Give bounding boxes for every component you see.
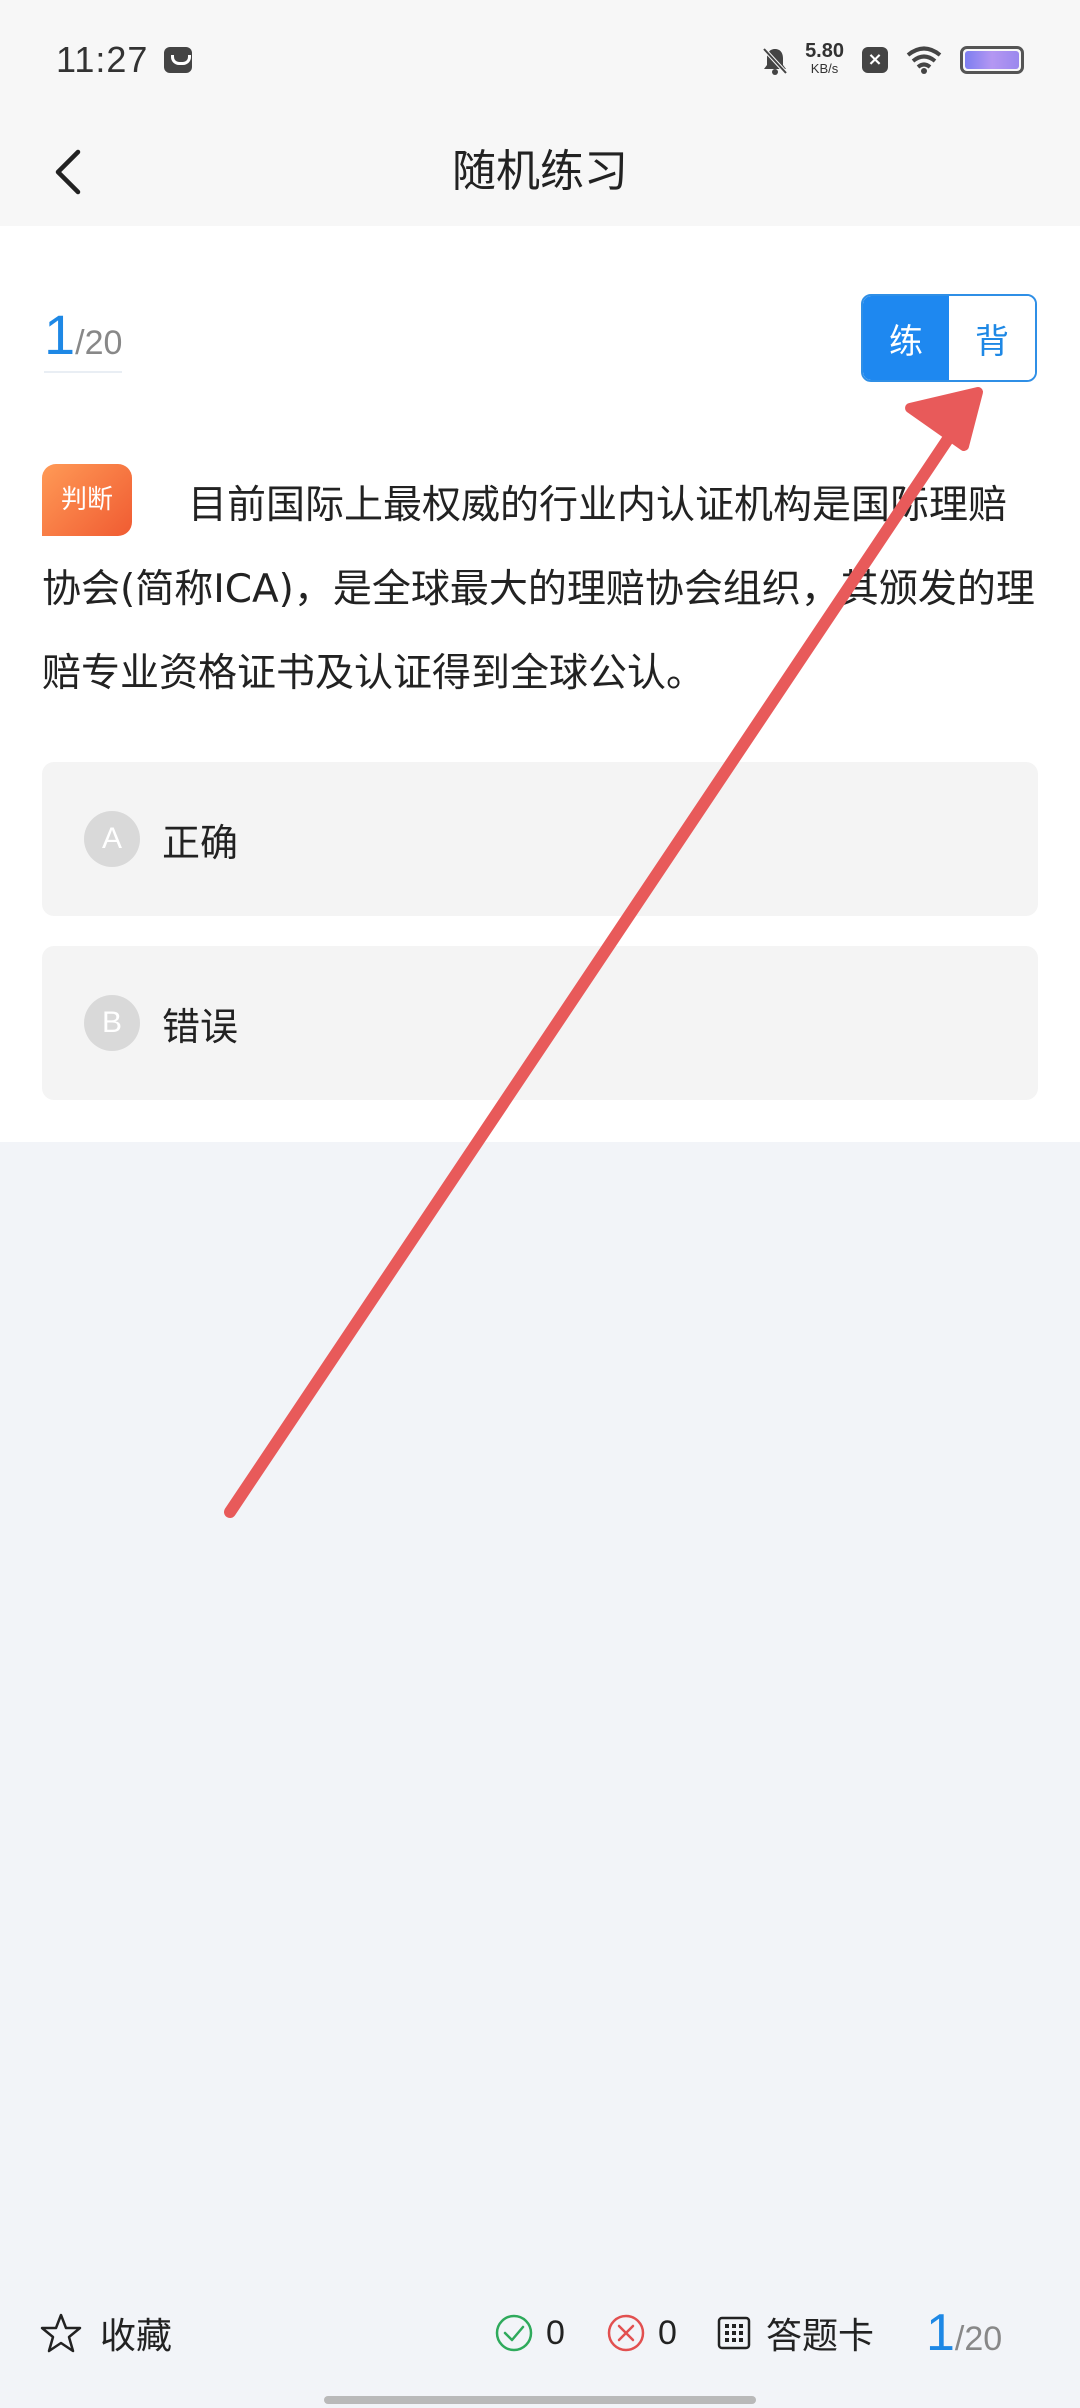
nav-bar: 随机练习 <box>0 120 1080 226</box>
correct-count-value: 0 <box>546 2313 565 2352</box>
mode-toggle: 练 背 <box>861 294 1037 382</box>
status-left: 11:27 <box>56 39 193 81</box>
question-progress: 1 /20 <box>44 302 123 373</box>
battery-icon <box>960 46 1024 74</box>
star-icon <box>40 2313 82 2353</box>
bell-muted-icon <box>761 46 788 75</box>
option-a[interactable]: A 正确 <box>42 762 1038 916</box>
answer-card-label: 答题卡 <box>766 2316 875 2357</box>
question-text-block: 判断 目前国际上最权威的行业内认证机构是国际理赔协会(简称ICA)，是全球最大的理… <box>42 463 1042 716</box>
progress-total: /20 <box>75 324 123 362</box>
shopping-bag-icon <box>164 47 193 73</box>
option-b[interactable]: B 错误 <box>42 946 1038 1100</box>
memorize-mode-button[interactable]: 背 <box>949 296 1035 380</box>
wrong-count: 0 <box>606 2313 677 2353</box>
progress-current: 1 <box>44 303 76 366</box>
practice-mode-button[interactable]: 练 <box>863 296 949 380</box>
correct-count: 0 <box>494 2313 565 2353</box>
home-indicator[interactable] <box>324 2396 756 2404</box>
check-circle-icon <box>495 2314 533 2352</box>
option-text: 错误 <box>162 1004 239 1049</box>
favorite-label: 收藏 <box>100 2316 173 2357</box>
favorite-button[interactable]: 收藏 <box>40 2307 172 2359</box>
network-speed-unit: KB/s <box>810 61 839 76</box>
status-bar: 11:27 5.80 KB/s × <box>0 0 1080 120</box>
page-title: 随机练习 <box>452 146 628 197</box>
network-speed: 5.80 KB/s <box>805 40 844 78</box>
grid-card-icon <box>717 2316 751 2350</box>
network-speed-value: 5.80 <box>805 40 844 62</box>
question-card: 1 /20 练 背 判断 目前国际上最权威的行业内认证机构是国际理赔协会(简称IC… <box>0 226 1080 1142</box>
bottom-progress-total: /20 <box>954 2320 1003 2358</box>
bottom-progress-current: 1 <box>926 2304 955 2362</box>
option-text: 正确 <box>162 820 239 865</box>
bottom-progress: 1 /20 <box>926 2303 1002 2363</box>
question-type-tag: 判断 <box>42 463 132 536</box>
status-time: 11:27 <box>56 39 149 80</box>
option-letter: B <box>84 995 140 1051</box>
question-text: 目前国际上最权威的行业内认证机构是国际理赔协会(简称ICA)，是全球最大的理赔协… <box>42 483 1035 696</box>
wrong-count-value: 0 <box>658 2313 677 2352</box>
status-right: 5.80 KB/s × <box>761 40 1024 78</box>
wifi-icon <box>906 46 942 74</box>
answer-card-button[interactable]: 答题卡 <box>716 2307 874 2359</box>
close-square-icon: × <box>862 47 888 73</box>
x-circle-icon <box>607 2314 645 2352</box>
option-letter: A <box>84 811 140 867</box>
bottom-bar: 收藏 0 0 答题卡 1 /20 <box>0 2288 1080 2378</box>
